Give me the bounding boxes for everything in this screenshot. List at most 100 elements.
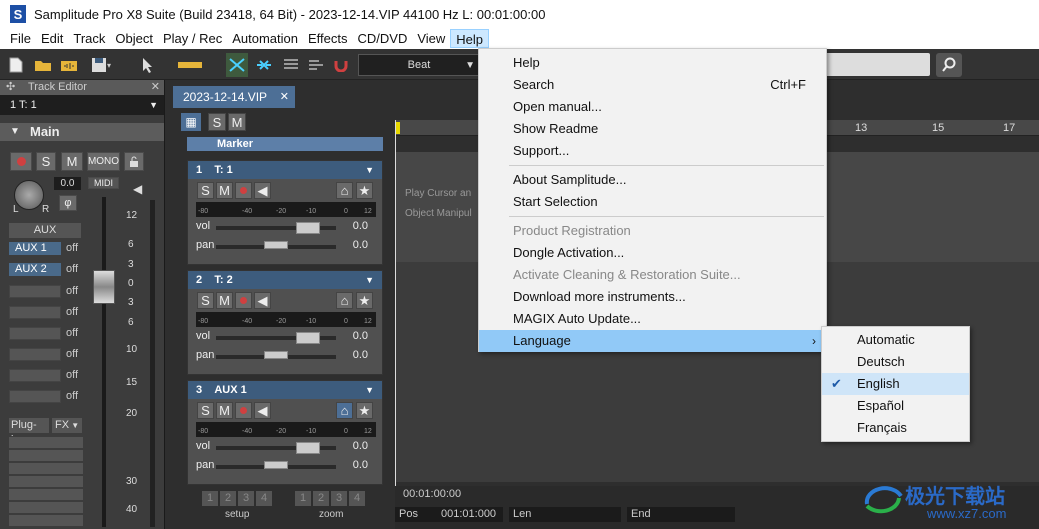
chevron-down-icon[interactable]: ▼ (365, 381, 374, 399)
lock-icon[interactable] (124, 152, 144, 171)
magnet-icon[interactable] (330, 53, 352, 77)
aux-slot[interactable] (9, 390, 61, 403)
menu-item-language[interactable]: Language › (479, 330, 826, 352)
track-selector[interactable]: 1 T: 1 ▼ (0, 95, 164, 115)
menu-file[interactable]: File (5, 29, 36, 48)
language-deutsch[interactable]: Deutsch (822, 351, 969, 373)
menu-view[interactable]: View (412, 29, 450, 48)
track-1[interactable]: 1 T: 1 ▼ S M ◀ ⌂ ★ -80 -40 -20 -10 0 12 vol 0… (187, 160, 383, 265)
close-icon[interactable]: ✕ (280, 86, 289, 108)
mute-button[interactable]: M (216, 182, 233, 199)
snap-icon[interactable] (253, 53, 275, 77)
track-header[interactable]: 2 T: 2 ▼ (188, 271, 382, 289)
project-tab[interactable]: 2023-12-14.VIP ✕ (173, 86, 295, 108)
new-file-icon[interactable] (6, 53, 26, 77)
track-header[interactable]: 1 T: 1 ▼ (188, 161, 382, 179)
aux-slot[interactable] (9, 285, 61, 298)
close-icon[interactable]: ✕ (151, 80, 160, 95)
menu-item-open-manual[interactable]: Open manual... (479, 96, 826, 118)
chevron-down-icon[interactable]: ▼ (365, 161, 374, 179)
aux-send-2-state[interactable]: off (66, 263, 78, 275)
volume-slider[interactable] (216, 222, 336, 234)
list-icon[interactable] (305, 53, 327, 77)
pan-slider[interactable] (216, 351, 336, 359)
menu-item-magix-auto-update[interactable]: MAGIX Auto Update... (479, 308, 826, 330)
menu-track[interactable]: Track (68, 29, 110, 48)
menu-play-rec[interactable]: Play / Rec (158, 29, 227, 48)
mono-button[interactable]: MONO (87, 152, 120, 171)
fx-star-icon[interactable]: ★ (356, 182, 373, 199)
language-francais[interactable]: Français (822, 417, 969, 439)
language-automatic[interactable]: Automatic (822, 329, 969, 351)
pointer-tool-icon[interactable] (136, 53, 160, 77)
mute-button[interactable]: M (216, 402, 233, 419)
solo-button[interactable]: S (197, 292, 214, 309)
menu-help[interactable]: Help (450, 29, 490, 48)
midi-button[interactable]: MIDI (88, 177, 119, 189)
lock-icon[interactable]: ⌂ (336, 402, 353, 419)
len-field[interactable]: Len (509, 507, 621, 522)
menu-edit[interactable]: Edit (36, 29, 68, 48)
mute-button[interactable]: M (216, 292, 233, 309)
track-3[interactable]: 3 AUX 1 ▼ S M ◀ ⌂ ★ -80 -40 -20 -10 0 12 vol … (187, 380, 383, 485)
menu-object[interactable]: Object (110, 29, 158, 48)
menu-item-help[interactable]: Help (479, 52, 826, 74)
aux-slot[interactable] (9, 369, 61, 382)
aux-send-1-state[interactable]: off (66, 242, 78, 254)
grid-lines-icon[interactable] (280, 53, 302, 77)
volume-slider[interactable] (216, 442, 336, 454)
setup-3-button[interactable]: 3 (238, 491, 254, 506)
setup-1-button[interactable]: 1 (202, 491, 218, 506)
fx-button[interactable]: FX ▼ (52, 418, 82, 433)
menu-effects[interactable]: Effects (303, 29, 353, 48)
menu-item-about[interactable]: About Samplitude... (479, 169, 826, 191)
track-layout-icon[interactable]: ▦ (181, 113, 201, 131)
fx-star-icon[interactable]: ★ (356, 402, 373, 419)
end-field[interactable]: End (627, 507, 735, 522)
record-arm-icon[interactable] (235, 292, 252, 309)
open-audio-icon[interactable] (58, 53, 80, 77)
menu-automation[interactable]: Automation (227, 29, 303, 48)
track-2[interactable]: 2 T: 2 ▼ S M ◀ ⌂ ★ -80 -40 -20 -10 0 12 vol 0… (187, 270, 383, 375)
chevron-down-icon[interactable]: ▼ (365, 271, 374, 289)
menu-cd-dvd[interactable]: CD/DVD (353, 29, 413, 48)
record-arm-icon[interactable] (235, 402, 252, 419)
pan-slider[interactable] (216, 461, 336, 469)
marker-track-header[interactable]: Marker (187, 137, 383, 151)
global-solo-button[interactable]: S (208, 113, 226, 131)
language-espanol[interactable]: Español (822, 395, 969, 417)
phase-icon[interactable]: φ (59, 195, 77, 211)
range-tool-icon[interactable] (172, 53, 208, 77)
zoom-3-button[interactable]: 3 (331, 491, 347, 506)
drag-handle-icon[interactable]: ✣ (6, 80, 15, 95)
volume-slider[interactable] (216, 332, 336, 344)
save-icon[interactable]: ▾ (86, 53, 116, 77)
solo-button[interactable]: S (197, 182, 214, 199)
menu-item-show-readme[interactable]: Show Readme (479, 118, 826, 140)
speaker-icon[interactable]: ◀ (254, 292, 271, 309)
track-header[interactable]: 3 AUX 1 ▼ (188, 381, 382, 399)
zoom-4-button[interactable]: 4 (349, 491, 365, 506)
menu-item-dongle-activation[interactable]: Dongle Activation... (479, 242, 826, 264)
aux-send-1[interactable]: AUX 1 (9, 242, 61, 255)
aux-slot[interactable] (9, 306, 61, 319)
menu-item-search[interactable]: Search Ctrl+F (479, 74, 826, 96)
aux-send-2[interactable]: AUX 2 (9, 263, 61, 276)
fx-star-icon[interactable]: ★ (356, 292, 373, 309)
menu-item-support[interactable]: Support... (479, 140, 826, 162)
main-section-header[interactable]: ▼ Main (0, 123, 164, 141)
lock-icon[interactable]: ⌂ (336, 292, 353, 309)
beat-select[interactable]: Beat ▼ (358, 54, 480, 76)
language-english[interactable]: ✔ English (822, 373, 969, 395)
speaker-icon[interactable]: ◀ (254, 402, 271, 419)
record-arm-icon[interactable] (235, 182, 252, 199)
crossfade-icon[interactable] (226, 53, 248, 77)
record-button[interactable] (10, 152, 32, 171)
pos-field[interactable]: Pos 001:01:000 (395, 507, 503, 522)
speaker-icon[interactable]: ◀ (254, 182, 271, 199)
zoom-2-button[interactable]: 2 (313, 491, 329, 506)
solo-button[interactable]: S (36, 152, 56, 171)
pan-slider[interactable] (216, 241, 336, 249)
aux-slot[interactable] (9, 327, 61, 340)
zoom-1-button[interactable]: 1 (295, 491, 311, 506)
